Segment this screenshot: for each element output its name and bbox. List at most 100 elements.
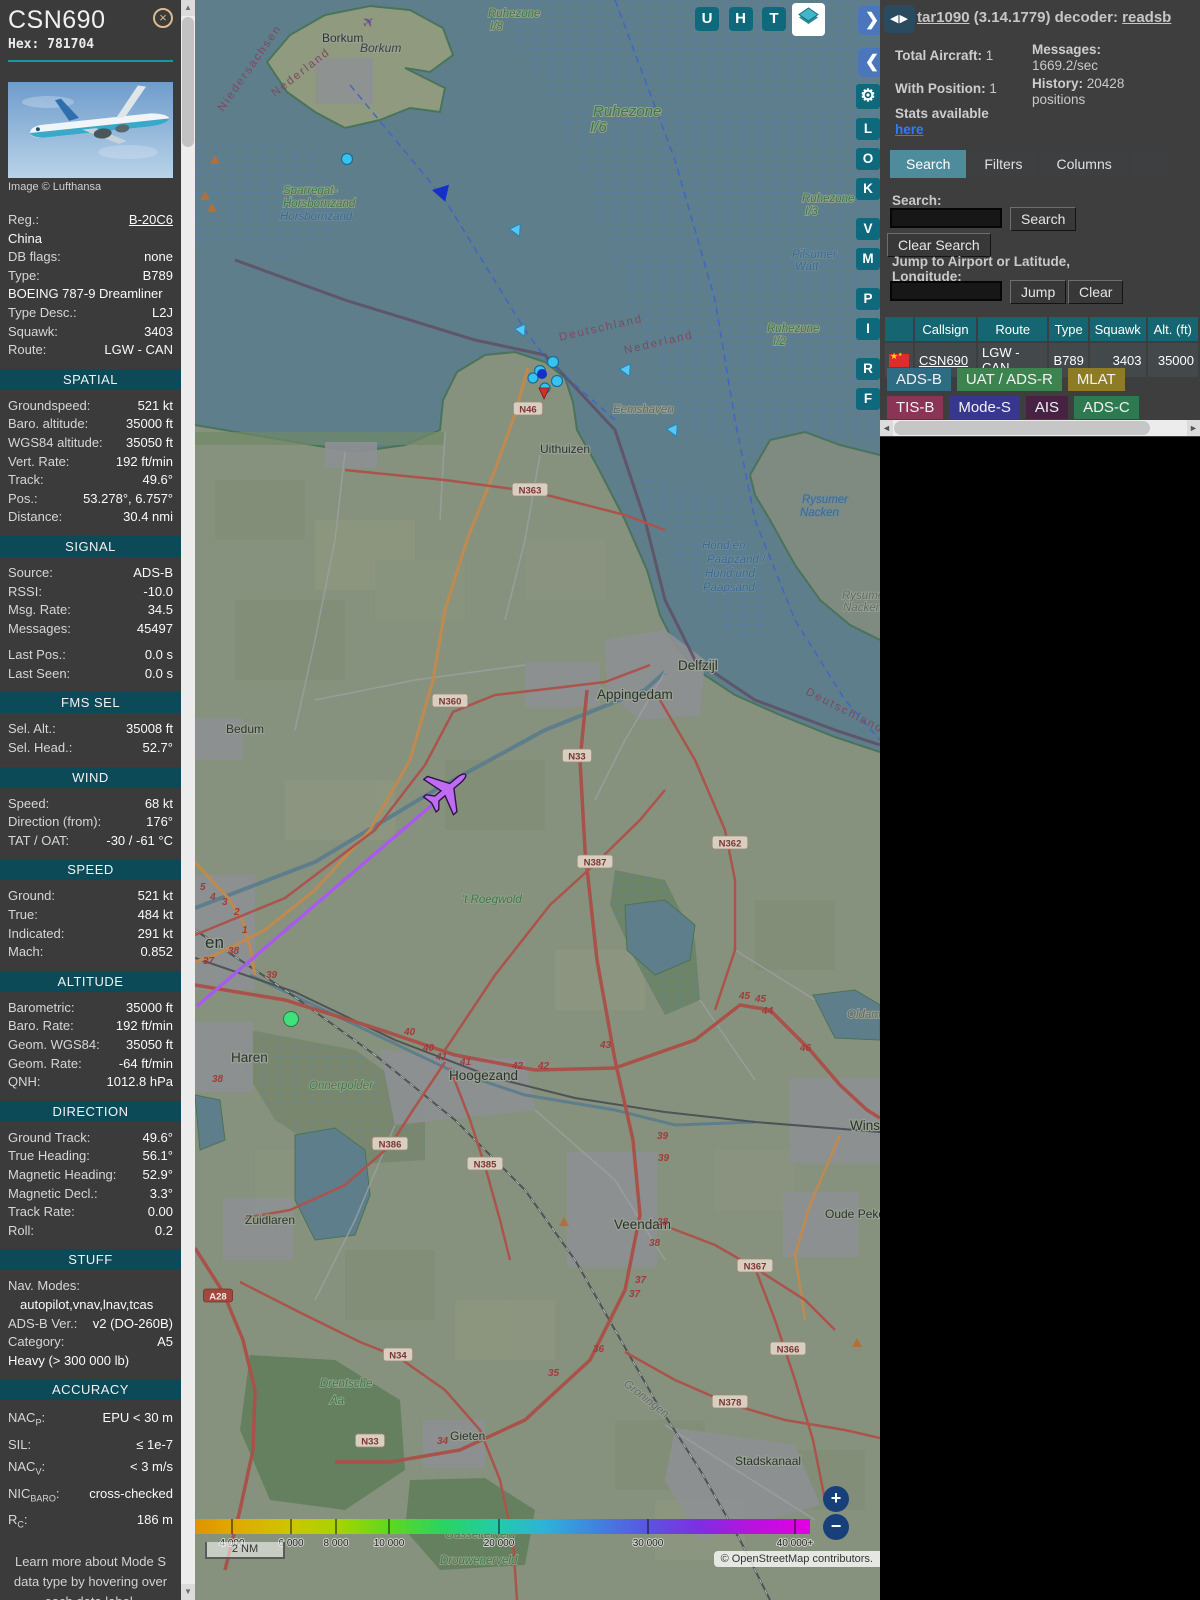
row-value: 35050 ft [126,1037,173,1052]
scroll-up-icon[interactable]: ▲ [181,0,195,16]
panel-collapse-button[interactable]: ❮ [858,48,880,77]
zoom-out-button[interactable]: − [823,1514,849,1540]
map-button-t[interactable]: T [762,7,786,31]
jump-input[interactable] [890,281,1002,301]
scroll-down-icon[interactable]: ▼ [181,1584,195,1600]
map-label: Haren [231,1050,268,1065]
map-label: Borkum [322,31,363,45]
hotkey-button-l[interactable]: L [856,118,880,140]
panel-resize-toggle[interactable]: ◀▶ [884,5,915,33]
legend-tis-b[interactable]: TIS-B [887,396,944,419]
scroll-right-icon[interactable]: ► [1187,420,1200,436]
row-label: Speed: [8,795,50,811]
tab-search[interactable]: Search [890,150,967,178]
stats-here-link[interactable]: here [895,122,924,137]
svg-text:N360: N360 [439,697,462,708]
info-row: Vert. Rate: 192 ft/min [8,453,173,472]
search-input[interactable] [890,208,1002,228]
map-label: 45 [754,994,767,1005]
svg-text:N385: N385 [474,1160,497,1171]
hotkey-button-v[interactable]: V [856,218,880,240]
road-badge: N46 [512,401,543,416]
sidebar-scrollbar[interactable]: ▲ ▼ [181,0,195,1600]
tab-filters[interactable]: Filters [968,150,1039,178]
ais-green-dot[interactable] [283,1011,299,1027]
readsb-link[interactable]: readsb [1122,9,1171,26]
legend-ads-b[interactable]: ADS-B [887,368,951,391]
table-header-row: Callsign Route Type Squawk Alt. (ft) [885,317,1198,341]
scrollbar-thumb[interactable] [182,17,194,147]
col-flag[interactable] [885,317,913,341]
search-label: Search: [892,193,942,208]
row-value: China [8,230,42,246]
jump-clear-button[interactable]: Clear [1068,280,1124,304]
panel-expand-button[interactable]: ❯ [858,6,880,35]
row-value: 49.6° [142,472,173,488]
row-value: B789 [142,267,173,283]
hotkey-button-i[interactable]: I [856,318,880,340]
map[interactable]: N46 N363 N360 N33 N362 N387 N386 N385 N367 N366 A2… [195,0,880,1600]
col-squawk[interactable]: Squawk [1089,317,1146,341]
map-label: Gieten [450,1429,485,1443]
road-badge: A28 [202,1288,234,1303]
map-attribution[interactable]: © OpenStreetMap contributors. [713,1551,880,1567]
tar1090-link[interactable]: tar1090 [917,9,970,26]
hotkey-button-f[interactable]: F [856,388,880,410]
col-alt[interactable]: Alt. (ft) [1147,317,1198,341]
map-label: Horsbornzand [280,211,353,223]
coastal-dike [195,432,445,445]
layers-button[interactable] [792,3,825,36]
col-callsign[interactable]: Callsign [915,317,977,341]
row-value-link[interactable]: B-20C6 [129,211,173,230]
version-text: (3.14.1779) [973,9,1051,26]
panel-horizontal-scrollbar[interactable]: ◄ ► [880,420,1200,436]
section-header-signal: SIGNAL [0,535,181,557]
info-row: Last Seen: 0.0 s [8,665,173,684]
jump-button[interactable]: Jump [1010,280,1067,304]
legend-ais[interactable]: AIS [1025,396,1069,419]
legend-mode-s[interactable]: Mode-S [949,396,1020,419]
row-value: cross-checked [89,1485,173,1501]
info-row: Type Desc.: L2J [8,304,173,323]
map-label: 43 [599,1040,612,1051]
zoom-in-button[interactable]: + [823,1486,849,1512]
info-row: Direction (from): 176° [8,813,173,832]
map-button-u[interactable]: U [695,7,719,31]
map-button-h[interactable]: H [728,7,753,31]
map-label: 5 [200,882,206,893]
col-type[interactable]: Type [1049,317,1088,341]
info-row: TAT / OAT: -30 / -61 °C [8,832,173,851]
scroll-left-icon[interactable]: ◄ [880,420,893,436]
row-value: 0.0 s [144,647,173,663]
hotkey-button-o[interactable]: O [856,148,880,170]
legend-mlat[interactable]: MLAT [1067,368,1125,391]
row-value: < 3 m/s [130,1458,173,1474]
row-value: A5 [157,1334,173,1350]
map-label: 45 [738,991,751,1002]
ais-ship-dot[interactable] [340,152,354,166]
map-label: I/2 [773,336,786,348]
close-icon[interactable]: × [153,8,173,28]
row-label: Direction (from): [8,814,102,830]
row-callsign-link[interactable]: CSN690 [919,353,968,368]
map-label: Sparregat- [283,185,338,197]
tab-columns[interactable]: Columns [1040,150,1128,178]
hscroll-thumb[interactable] [894,421,1150,435]
row-value: v2 (DO-260B) [92,1315,173,1331]
hotkey-button-k[interactable]: K [856,178,880,200]
settings-gear-button[interactable]: ⚙ [856,84,880,109]
legend-ads-c[interactable]: ADS-C [1074,396,1139,419]
hotkey-button-m[interactable]: M [856,248,880,270]
search-button[interactable]: Search [1010,207,1077,231]
row-label: Indicated: [8,925,65,941]
road-badge: N360 [431,693,469,708]
col-route[interactable]: Route [978,317,1048,341]
row-value: 192 ft/min [115,453,173,469]
road-badge: N386 [371,1136,409,1151]
map-label: 40 [403,1027,416,1038]
svg-text:N387: N387 [584,858,607,869]
hotkey-button-p[interactable]: P [856,288,880,310]
legend-uat-ads-r[interactable]: UAT / ADS-R [956,368,1062,391]
row-value: 0.2 [154,1222,173,1238]
hotkey-button-r[interactable]: R [856,358,880,380]
